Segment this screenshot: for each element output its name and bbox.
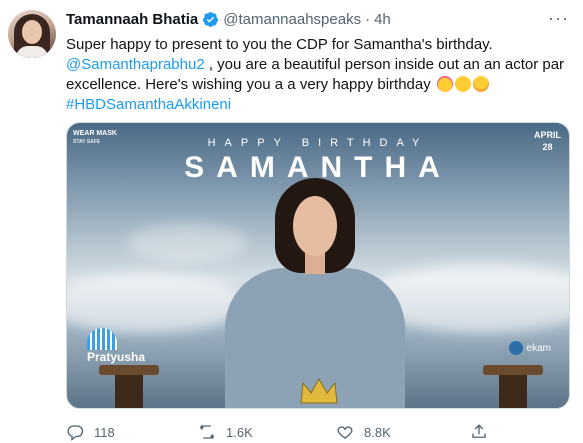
tweet-text: Super happy to present to you the CDP fo… [66, 35, 566, 115]
crown-icon [300, 377, 338, 404]
tweet-media-image[interactable]: WEAR MASK STAY SAFE HAPPY BIRTHDAY SAMANT… [66, 122, 570, 409]
heart-icon [337, 426, 353, 439]
right-pillar [483, 365, 543, 408]
hashtag-link[interactable]: #HBDSamanthaAkkineni [66, 95, 566, 115]
tweet-line-2-text: , you are a beautiful person inside out … [204, 56, 565, 73]
tweet-line-3: excellence. Here's wishing you a a very … [66, 75, 566, 95]
hugging-face-emoji-icon [472, 76, 489, 92]
verified-badge-icon [203, 12, 219, 27]
separator-dot: · [365, 11, 371, 28]
avatar[interactable] [8, 10, 56, 58]
like-count: 8.8K [364, 424, 391, 440]
mention-link[interactable]: @Samanthaprabhu2 [66, 56, 205, 73]
tweet-timestamp[interactable]: 4h [374, 11, 391, 28]
tweet-line-3-text: excellence. Here's wishing you a a very … [66, 76, 431, 93]
reply-icon [67, 425, 84, 441]
retweet-icon [199, 424, 215, 440]
reply-count: 118 [94, 424, 115, 440]
tweet-header: Tamannaah Bhatia @tamannaahspeaks · 4h [66, 11, 391, 28]
share-button[interactable] [470, 423, 498, 441]
left-pillar [99, 365, 159, 408]
author-handle[interactable]: @tamannaahspeaks [223, 11, 361, 28]
ekam-logo: ekam [508, 341, 551, 355]
share-icon [472, 424, 486, 438]
reply-button[interactable]: 118 [66, 423, 115, 441]
pratyusha-logo: Pratyusha [87, 328, 145, 364]
retweet-count: 1.6K [226, 424, 253, 440]
tweet-line-2: @Samanthaprabhu2 , you are a beautiful p… [66, 55, 566, 75]
poster-date: APRIL 28 [534, 130, 561, 152]
smiling-face-emoji-icon [454, 76, 471, 92]
poster-happy-birthday: HAPPY BIRTHDAY [207, 137, 429, 149]
more-options-icon[interactable]: ··· [548, 8, 569, 29]
author-name[interactable]: Tamannaah Bhatia [66, 11, 198, 28]
party-face-emoji-icon [436, 76, 453, 92]
retweet-button[interactable]: 1.6K [198, 423, 253, 441]
like-button[interactable]: 8.8K [336, 423, 391, 441]
tweet-line-1: Super happy to present to you the CDP fo… [66, 36, 493, 53]
